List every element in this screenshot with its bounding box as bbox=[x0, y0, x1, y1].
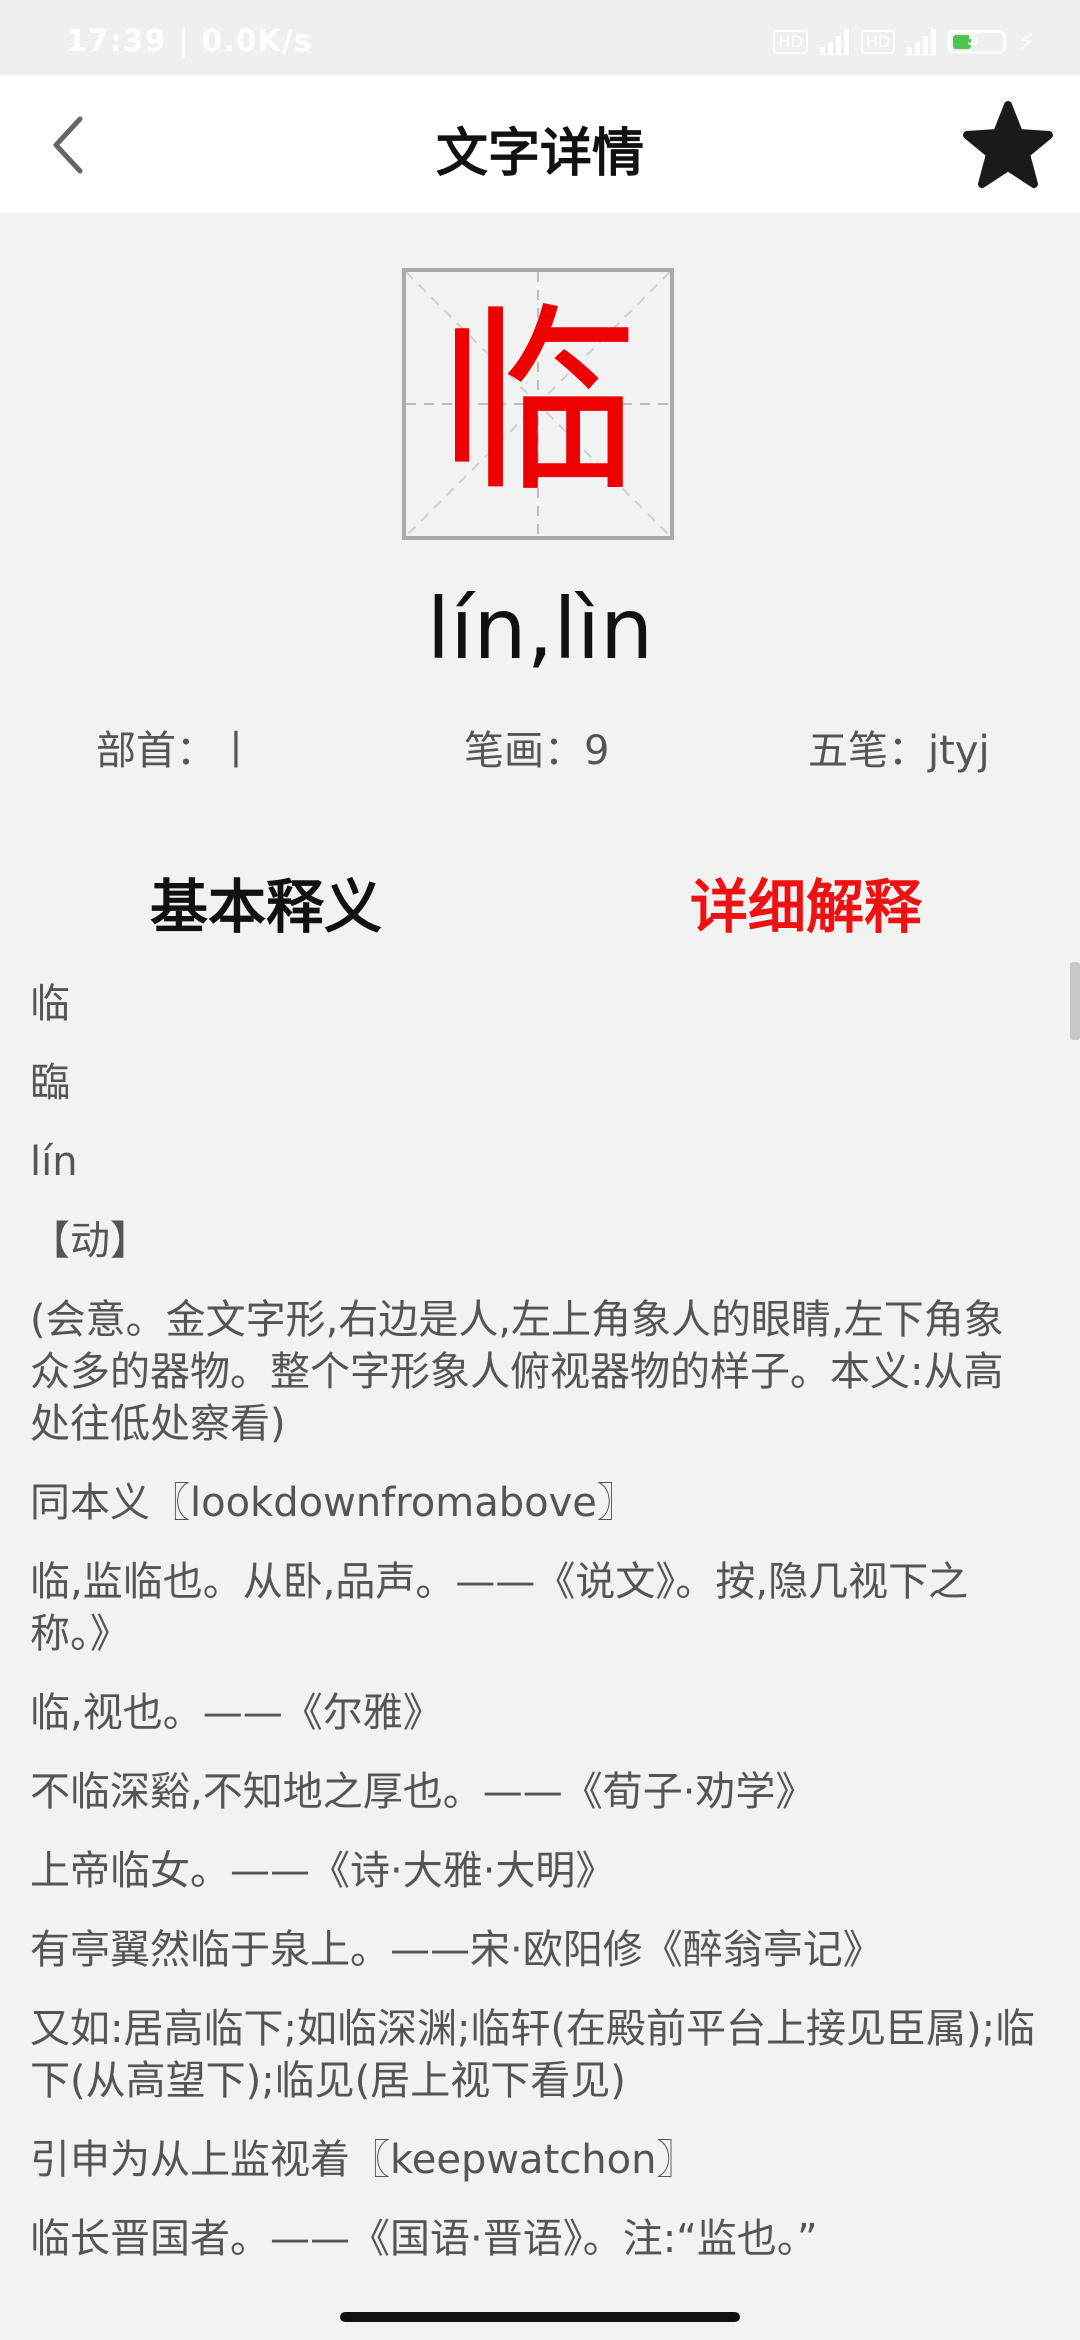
hd-badge: HD bbox=[773, 30, 808, 54]
definition-line: 有亭翼然临于泉上。——宋·欧阳修《醉翁亭记》 bbox=[30, 1927, 883, 1973]
tab-basic-meaning[interactable]: 基本释义 bbox=[150, 860, 382, 944]
definition-line: 【动】 bbox=[30, 1218, 150, 1264]
status-icons: HD HD 5 ⚡ bbox=[773, 28, 1035, 56]
app-header: 文字详情 bbox=[0, 75, 1080, 213]
definition-line: 上帝临女。——《诗·大雅·大明》 bbox=[30, 1848, 616, 1894]
tab-detailed-explanation[interactable]: 详细解释 bbox=[690, 860, 922, 944]
character-grid-box: 临 bbox=[402, 268, 674, 540]
page-title: 文字详情 bbox=[435, 124, 644, 184]
definition-line: 临,视也。——《尔雅》 bbox=[30, 1690, 443, 1736]
wubi-info: 五笔：jtyj bbox=[808, 728, 990, 774]
home-indicator[interactable] bbox=[340, 2312, 740, 2322]
battery-icon: 5 bbox=[948, 29, 1007, 54]
pinyin: lín,lìn bbox=[426, 580, 654, 678]
signal-icon-2 bbox=[907, 29, 937, 55]
definition-line: 临,监临也。从卧,品声。——《说文》。按,隐几视下之称。》 bbox=[30, 1559, 969, 1657]
favorite-button[interactable] bbox=[960, 97, 1056, 193]
charging-icon: ⚡ bbox=[1018, 28, 1035, 56]
definition-line: 同本义〖lookdownfromabove〗 bbox=[30, 1480, 637, 1526]
definition-content: 临 臨 lín 【动】 (会意。金文字形,右边是人,左上角象人的眼睛,左下角象众… bbox=[30, 978, 1040, 2292]
radical-info: 部首：丨 bbox=[96, 728, 256, 774]
definition-line: lín bbox=[30, 1139, 78, 1185]
scrollbar[interactable] bbox=[1070, 962, 1080, 1040]
definition-line: 臨 bbox=[30, 1060, 70, 1106]
status-time: 17:39 | 0.0K/s bbox=[66, 24, 313, 59]
definition-line: 临长晋国者。——《国语·晋语》。注:“监也。” bbox=[30, 2216, 818, 2262]
definition-line: 不临深谿,不知地之厚也。——《荀子·劝学》 bbox=[30, 1769, 816, 1815]
star-icon bbox=[963, 101, 1053, 188]
status-bar: 17:39 | 0.0K/s HD HD 5 ⚡ bbox=[0, 0, 1080, 75]
definition-line: 临 bbox=[30, 981, 70, 1027]
signal-icon bbox=[819, 29, 849, 55]
definition-line: (会意。金文字形,右边是人,左上角象人的眼睛,左下角象众多的器物。整个字形象人俯… bbox=[30, 1297, 1004, 1447]
battery-level: 5 bbox=[967, 29, 980, 50]
main-character: 临 bbox=[437, 287, 638, 520]
stroke-count-info: 笔画：9 bbox=[464, 728, 610, 774]
definition-line: 又如:居高临下;如临深渊;临轩(在殿前平台上接见臣属);临下(从高望下);临见(… bbox=[30, 2006, 1036, 2104]
definition-line: 引申为从上监视着〖keepwatchon〗 bbox=[30, 2137, 697, 2183]
hd-badge-2: HD bbox=[860, 30, 896, 54]
